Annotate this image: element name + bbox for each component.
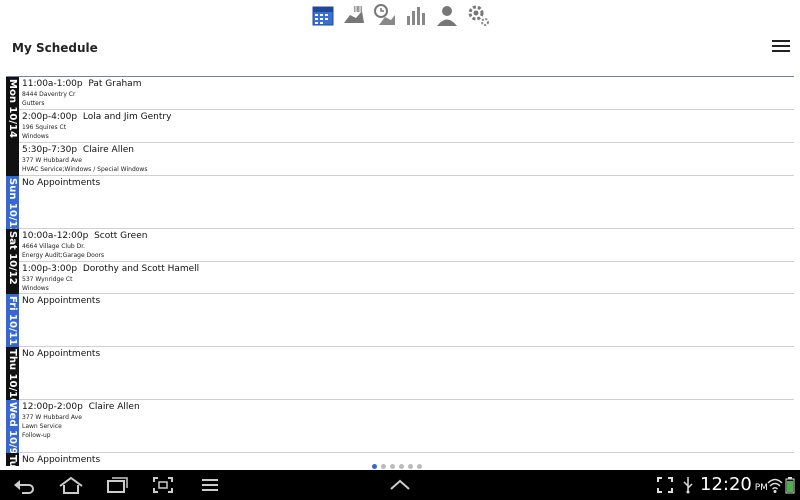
appointment-address: 377 W Hubbard Ave [22, 157, 82, 164]
back-icon[interactable] [12, 476, 36, 494]
day-label: Thu 10/10 [6, 347, 19, 400]
appointment-customer: Claire Allen [88, 402, 140, 412]
day-group: Mon 10/14 11:00a-1:00p Pat Graham 8444 D… [6, 77, 794, 176]
appointment-services: Lawn Service [22, 423, 62, 430]
day-group: Fri 10/11 No Appointments [6, 294, 794, 347]
appointment-customer: Pat Graham [88, 79, 142, 89]
appointment-item[interactable]: 11:00a-1:00p Pat Graham 8444 Daventry Cr… [19, 77, 794, 110]
app-toolbar [0, 0, 800, 32]
no-appointments-text: No Appointments [22, 296, 101, 306]
calendar-icon[interactable] [311, 3, 335, 27]
appointment-services: Gutters [22, 100, 45, 107]
day-group: Sat 10/12 10:00a-12:00p Scott Green 4664… [6, 229, 794, 294]
appointment-customer: Scott Green [94, 231, 148, 241]
page-dot[interactable] [390, 464, 395, 469]
appointment-item[interactable]: 12:00p-2:00p Claire Allen 377 W Hubbard … [19, 400, 794, 453]
appointment-services: HVAC Service;Windows / Special Windows [22, 166, 148, 173]
fullscreen-icon[interactable] [656, 476, 674, 494]
timeclock-icon[interactable] [373, 3, 397, 27]
empty-day-item: No Appointments [19, 176, 794, 229]
appointment-time: 11:00a-1:00p [22, 79, 83, 89]
day-group: Sun 10/13 No Appointments [6, 176, 794, 229]
appointment-customer: Claire Allen [82, 145, 134, 155]
home-icon[interactable] [58, 476, 84, 494]
overflow-menu-button[interactable] [772, 40, 790, 54]
status-clock: 12:20 PM [700, 474, 768, 495]
day-label: Mon 10/14 [6, 77, 19, 176]
appointment-address: 4664 Village Club Dr. [22, 243, 86, 250]
appointment-address: 196 Squires Ct [22, 124, 67, 131]
appointment-note: Follow-up [22, 432, 51, 439]
appointment-item[interactable]: 10:00a-12:00p Scott Green 4664 Village C… [19, 229, 794, 262]
schedule-list[interactable]: Mon 10/14 11:00a-1:00p Pat Graham 8444 D… [6, 77, 794, 466]
recent-apps-icon[interactable] [105, 476, 129, 494]
no-appointments-text: No Appointments [22, 178, 101, 188]
day-label: Sat 10/12 [6, 229, 19, 294]
usb-icon [681, 476, 695, 494]
empty-day-item: No Appointments [19, 347, 794, 400]
appointment-time: 12:00p-2:00p [22, 402, 83, 412]
empty-day-item: No Appointments [19, 294, 794, 347]
appointment-time: 1:00p-3:00p [22, 264, 78, 274]
page-dot[interactable] [381, 464, 386, 469]
appointment-services: Windows [22, 285, 49, 292]
day-label: Tu [6, 453, 19, 466]
day-group: Thu 10/10 No Appointments [6, 347, 794, 400]
appointment-item[interactable]: 2:00p-4:00p Lola and Jim Gentry 196 Squi… [19, 110, 794, 143]
page-dot[interactable] [399, 464, 404, 469]
expand-up-icon[interactable] [388, 476, 412, 494]
appointment-time: 10:00a-12:00p [22, 231, 89, 241]
appointment-time: 2:00p-4:00p [22, 112, 78, 122]
appointment-address: 537 Wynridge Ct [22, 276, 73, 283]
wifi-icon [767, 476, 783, 494]
jobs-icon[interactable] [342, 3, 366, 27]
settings-icon[interactable] [466, 3, 490, 27]
screenshot-icon[interactable] [152, 476, 174, 494]
no-appointments-text: No Appointments [22, 349, 101, 359]
menu-icon[interactable] [200, 476, 220, 494]
appointment-address: 8444 Daventry Cr [22, 91, 76, 98]
page-dot[interactable] [417, 464, 422, 469]
page-dot[interactable] [408, 464, 413, 469]
system-navigation-bar [0, 470, 800, 500]
appointment-services: Windows [22, 133, 49, 140]
appointment-address: 377 W Hubbard Ave [22, 414, 82, 421]
day-group: Wed 10/9 12:00p-2:00p Claire Allen 377 W… [6, 400, 794, 453]
appointment-time: 5:30p-7:30p [22, 145, 78, 155]
appointment-item[interactable]: 1:00p-3:00p Dorothy and Scott Hamell 537… [19, 262, 794, 294]
appointment-customer: Lola and Jim Gentry [82, 112, 172, 122]
appointment-services: Energy Audit;Garage Doors [22, 252, 105, 259]
day-label: Sun 10/13 [6, 176, 19, 229]
battery-icon [785, 476, 795, 494]
day-label: Fri 10/11 [6, 294, 19, 347]
profile-icon[interactable] [435, 3, 459, 27]
appointment-item[interactable]: 5:30p-7:30p Claire Allen 377 W Hubbard A… [19, 143, 794, 176]
reports-icon[interactable] [404, 3, 428, 27]
day-label: Wed 10/9 [6, 400, 19, 453]
page-dot[interactable] [372, 464, 377, 469]
page-title: My Schedule [12, 41, 98, 55]
appointment-customer: Dorothy and Scott Hamell [82, 264, 200, 274]
